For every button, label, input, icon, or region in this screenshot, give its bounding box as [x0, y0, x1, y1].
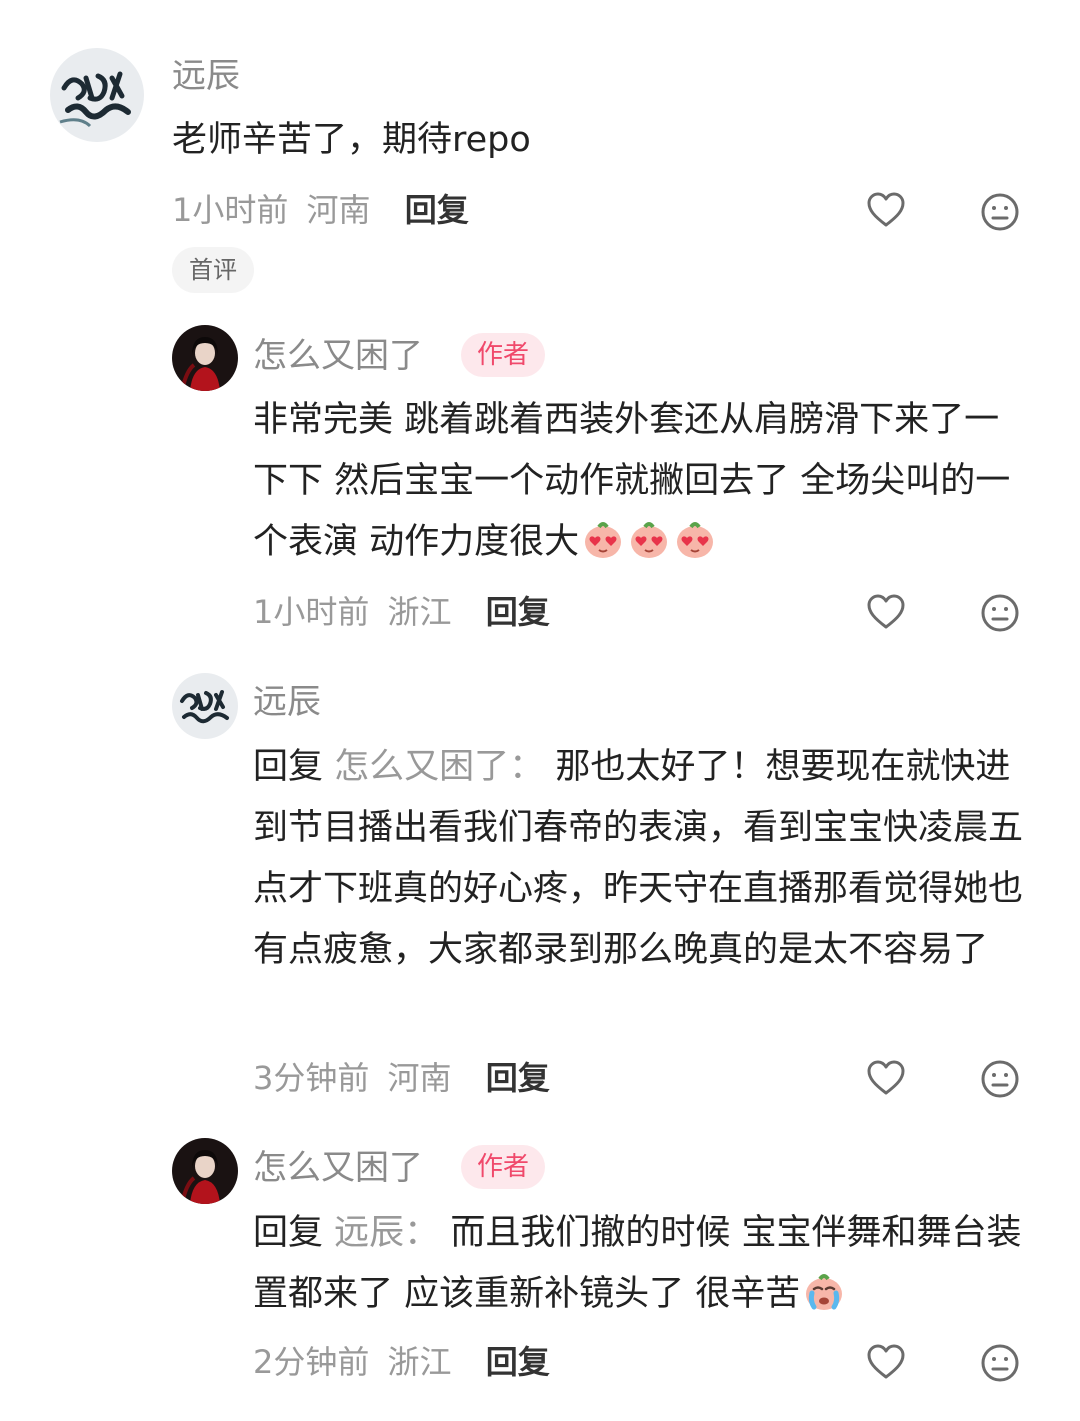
- comment-body: 老师辛苦了，期待repo: [172, 120, 531, 160]
- reply-target-username[interactable]: 远辰：: [334, 1213, 439, 1253]
- comment-username[interactable]: 怎么又困了: [253, 1146, 423, 1190]
- comment-username[interactable]: 远辰: [172, 54, 240, 98]
- heart-outline-icon[interactable]: [864, 1340, 908, 1384]
- reply-button[interactable]: 回复: [486, 593, 550, 631]
- neutral-face-icon[interactable]: [978, 190, 1022, 234]
- reply-button[interactable]: 回复: [486, 1059, 550, 1097]
- reply-prefix: 回复: [253, 747, 324, 787]
- comment-text: 非常完美 跳着跳着西装外套还从肩膀滑下来了一下下 然后宝宝一个动作就撇回去了 全…: [253, 390, 1025, 573]
- comment-meta: 1小时前 浙江 回复: [253, 590, 550, 634]
- neutral-face-icon[interactable]: [978, 591, 1022, 635]
- neutral-face-icon[interactable]: [978, 1341, 1022, 1385]
- comment-text: 老师辛苦了，期待repo: [172, 110, 1012, 171]
- heart-outline-icon[interactable]: [864, 188, 908, 232]
- comment-location: 浙江: [387, 1343, 452, 1381]
- crying-peach-emoji: [802, 1269, 846, 1313]
- avatar[interactable]: [172, 673, 238, 739]
- comment-meta: 1小时前 河南 回复: [172, 188, 469, 232]
- neutral-face-icon[interactable]: [978, 1057, 1022, 1101]
- comment-username[interactable]: 怎么又困了: [253, 334, 423, 378]
- comment-time: 3分钟前: [253, 1059, 370, 1097]
- comment-meta: 3分钟前 河南 回复: [253, 1056, 550, 1100]
- reply-target-username[interactable]: 怎么又困了：: [334, 747, 544, 787]
- avatar[interactable]: [50, 48, 144, 142]
- first-comment-tag: 首评: [172, 247, 254, 293]
- comment-time: 2分钟前: [253, 1343, 370, 1381]
- comment-time: 1小时前: [172, 191, 289, 229]
- author-badge: 作者: [461, 1145, 546, 1189]
- heart-eyes-peach-emoji: [581, 517, 625, 561]
- comment-text: 回复 怎么又困了： 那也太好了！想要现在就快进到节目播出看我们春帝的表演，看到宝…: [253, 737, 1033, 981]
- reply-button[interactable]: 回复: [405, 191, 469, 229]
- comment-location: 浙江: [387, 593, 452, 631]
- author-badge: 作者: [461, 333, 546, 377]
- heart-eyes-peach-emoji: [627, 517, 671, 561]
- comment-username[interactable]: 远辰: [253, 680, 321, 724]
- reply-button[interactable]: 回复: [486, 1343, 550, 1381]
- heart-eyes-peach-emoji: [673, 517, 717, 561]
- avatar[interactable]: [172, 325, 238, 391]
- avatar[interactable]: [172, 1138, 238, 1204]
- reply-prefix: 回复: [253, 1213, 324, 1253]
- comment-location: 河南: [387, 1059, 452, 1097]
- comment-location: 河南: [306, 191, 371, 229]
- heart-outline-icon[interactable]: [864, 1056, 908, 1100]
- heart-outline-icon[interactable]: [864, 590, 908, 634]
- comment-time: 1小时前: [253, 593, 370, 631]
- comment-text: 回复 远辰： 而且我们撤的时候 宝宝伴舞和舞台装置都来了 应该重新补镜头了 很辛…: [253, 1203, 1033, 1325]
- comment-meta: 2分钟前 浙江 回复: [253, 1340, 550, 1384]
